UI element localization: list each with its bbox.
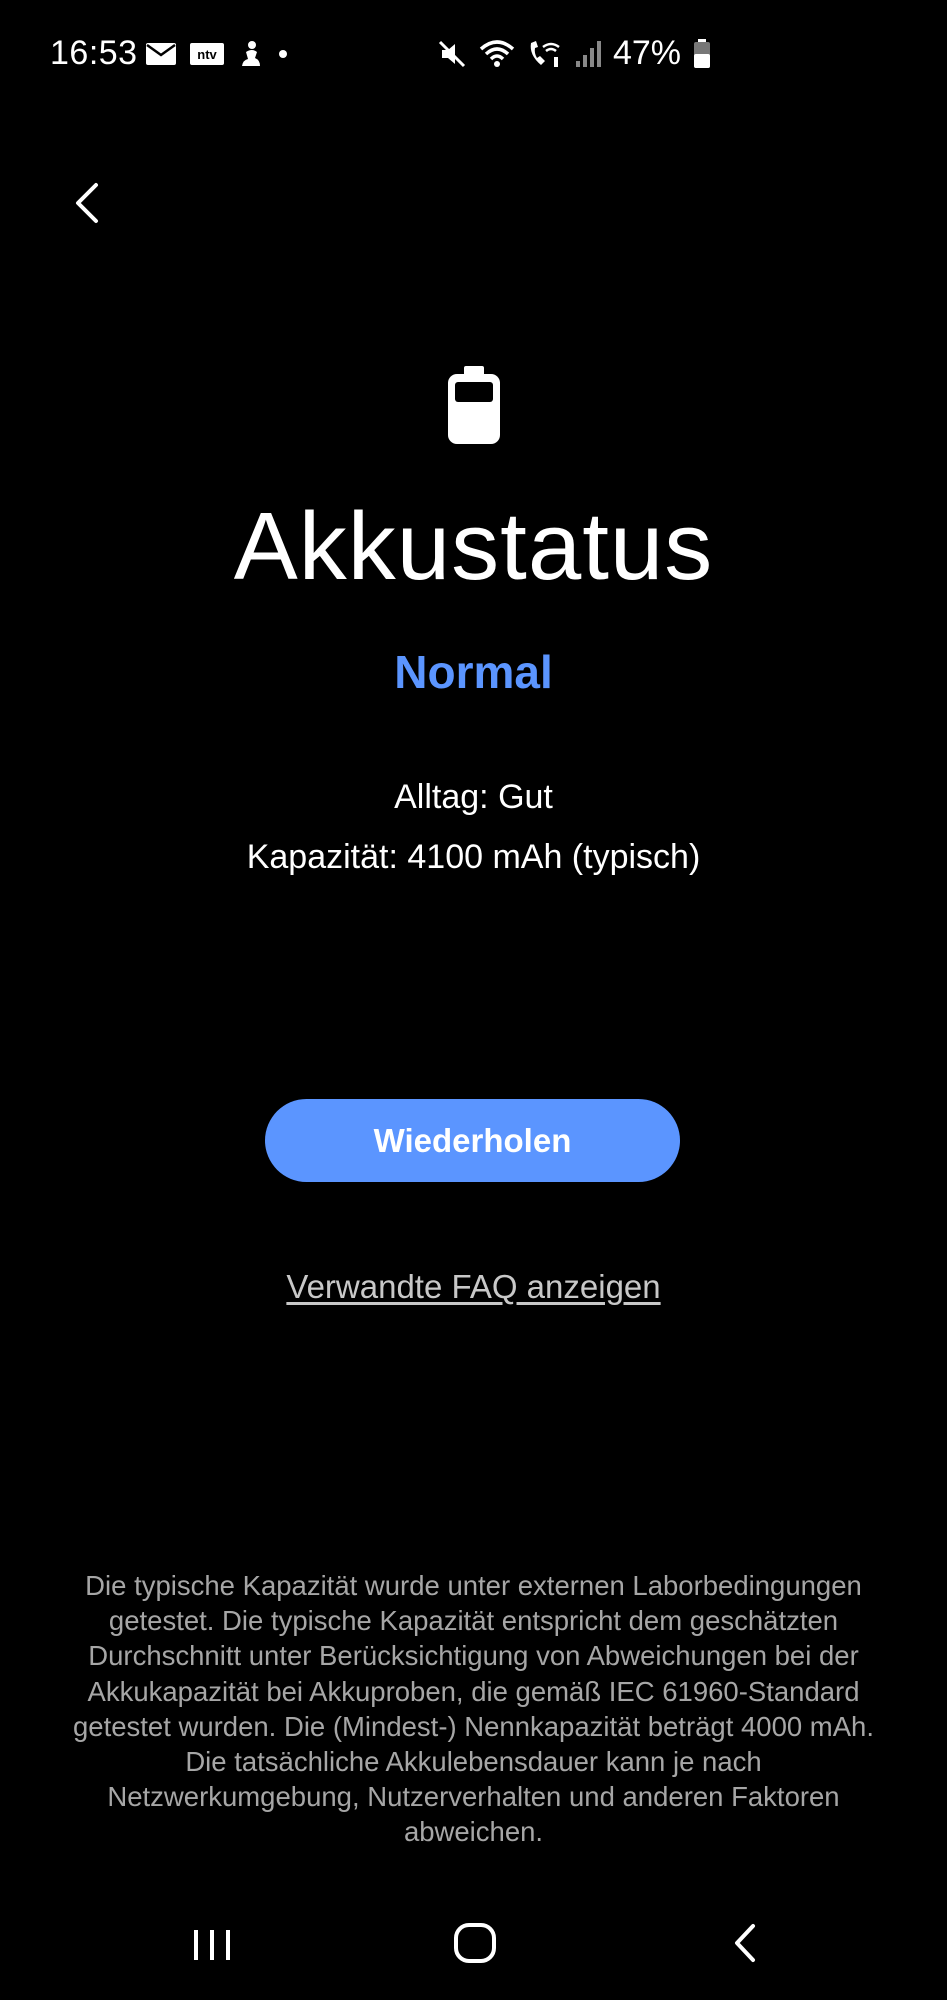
faq-link[interactable]: Verwandte FAQ anzeigen <box>0 1268 947 1306</box>
disclaimer-text: Die typische Kapazität wurde unter exter… <box>73 1570 874 1848</box>
notification-icons: ntv <box>146 40 288 68</box>
wifi-call-icon <box>527 39 563 69</box>
capacity-info: Kapazität: 4100 mAh (typisch) <box>246 838 701 876</box>
battery-status-icon <box>693 38 711 69</box>
recents-button[interactable] <box>190 1922 236 1968</box>
figure-icon <box>238 40 264 68</box>
back-icon <box>735 1924 755 1962</box>
nav-back-button[interactable] <box>725 1920 765 1966</box>
mute-icon <box>437 39 467 69</box>
system-status-icons: 47% <box>437 34 711 73</box>
navigation-bar <box>0 1900 947 2000</box>
retry-button[interactable]: Wiederholen <box>265 1099 680 1182</box>
svg-text:ntv: ntv <box>197 47 217 62</box>
page-title: Akkustatus <box>233 493 714 600</box>
ntv-icon: ntv <box>190 43 224 65</box>
home-icon <box>454 1923 496 1963</box>
battery-icon <box>446 366 502 446</box>
battery-status-value: Normal <box>394 646 553 698</box>
daily-rating: Alltag: Gut <box>394 778 553 816</box>
recents-icon <box>194 1930 230 1960</box>
battery-percent: 47% <box>612 34 681 72</box>
signal-icon <box>575 39 601 69</box>
status-bar: 16:53 ntv 47% <box>0 0 947 110</box>
status-time: 16:53 <box>50 34 138 72</box>
mail-icon <box>146 43 176 65</box>
home-button[interactable] <box>452 1920 498 1966</box>
back-button[interactable] <box>62 176 112 230</box>
dot-icon <box>278 49 288 59</box>
wifi-icon <box>479 39 515 69</box>
chevron-left-icon <box>76 183 98 223</box>
